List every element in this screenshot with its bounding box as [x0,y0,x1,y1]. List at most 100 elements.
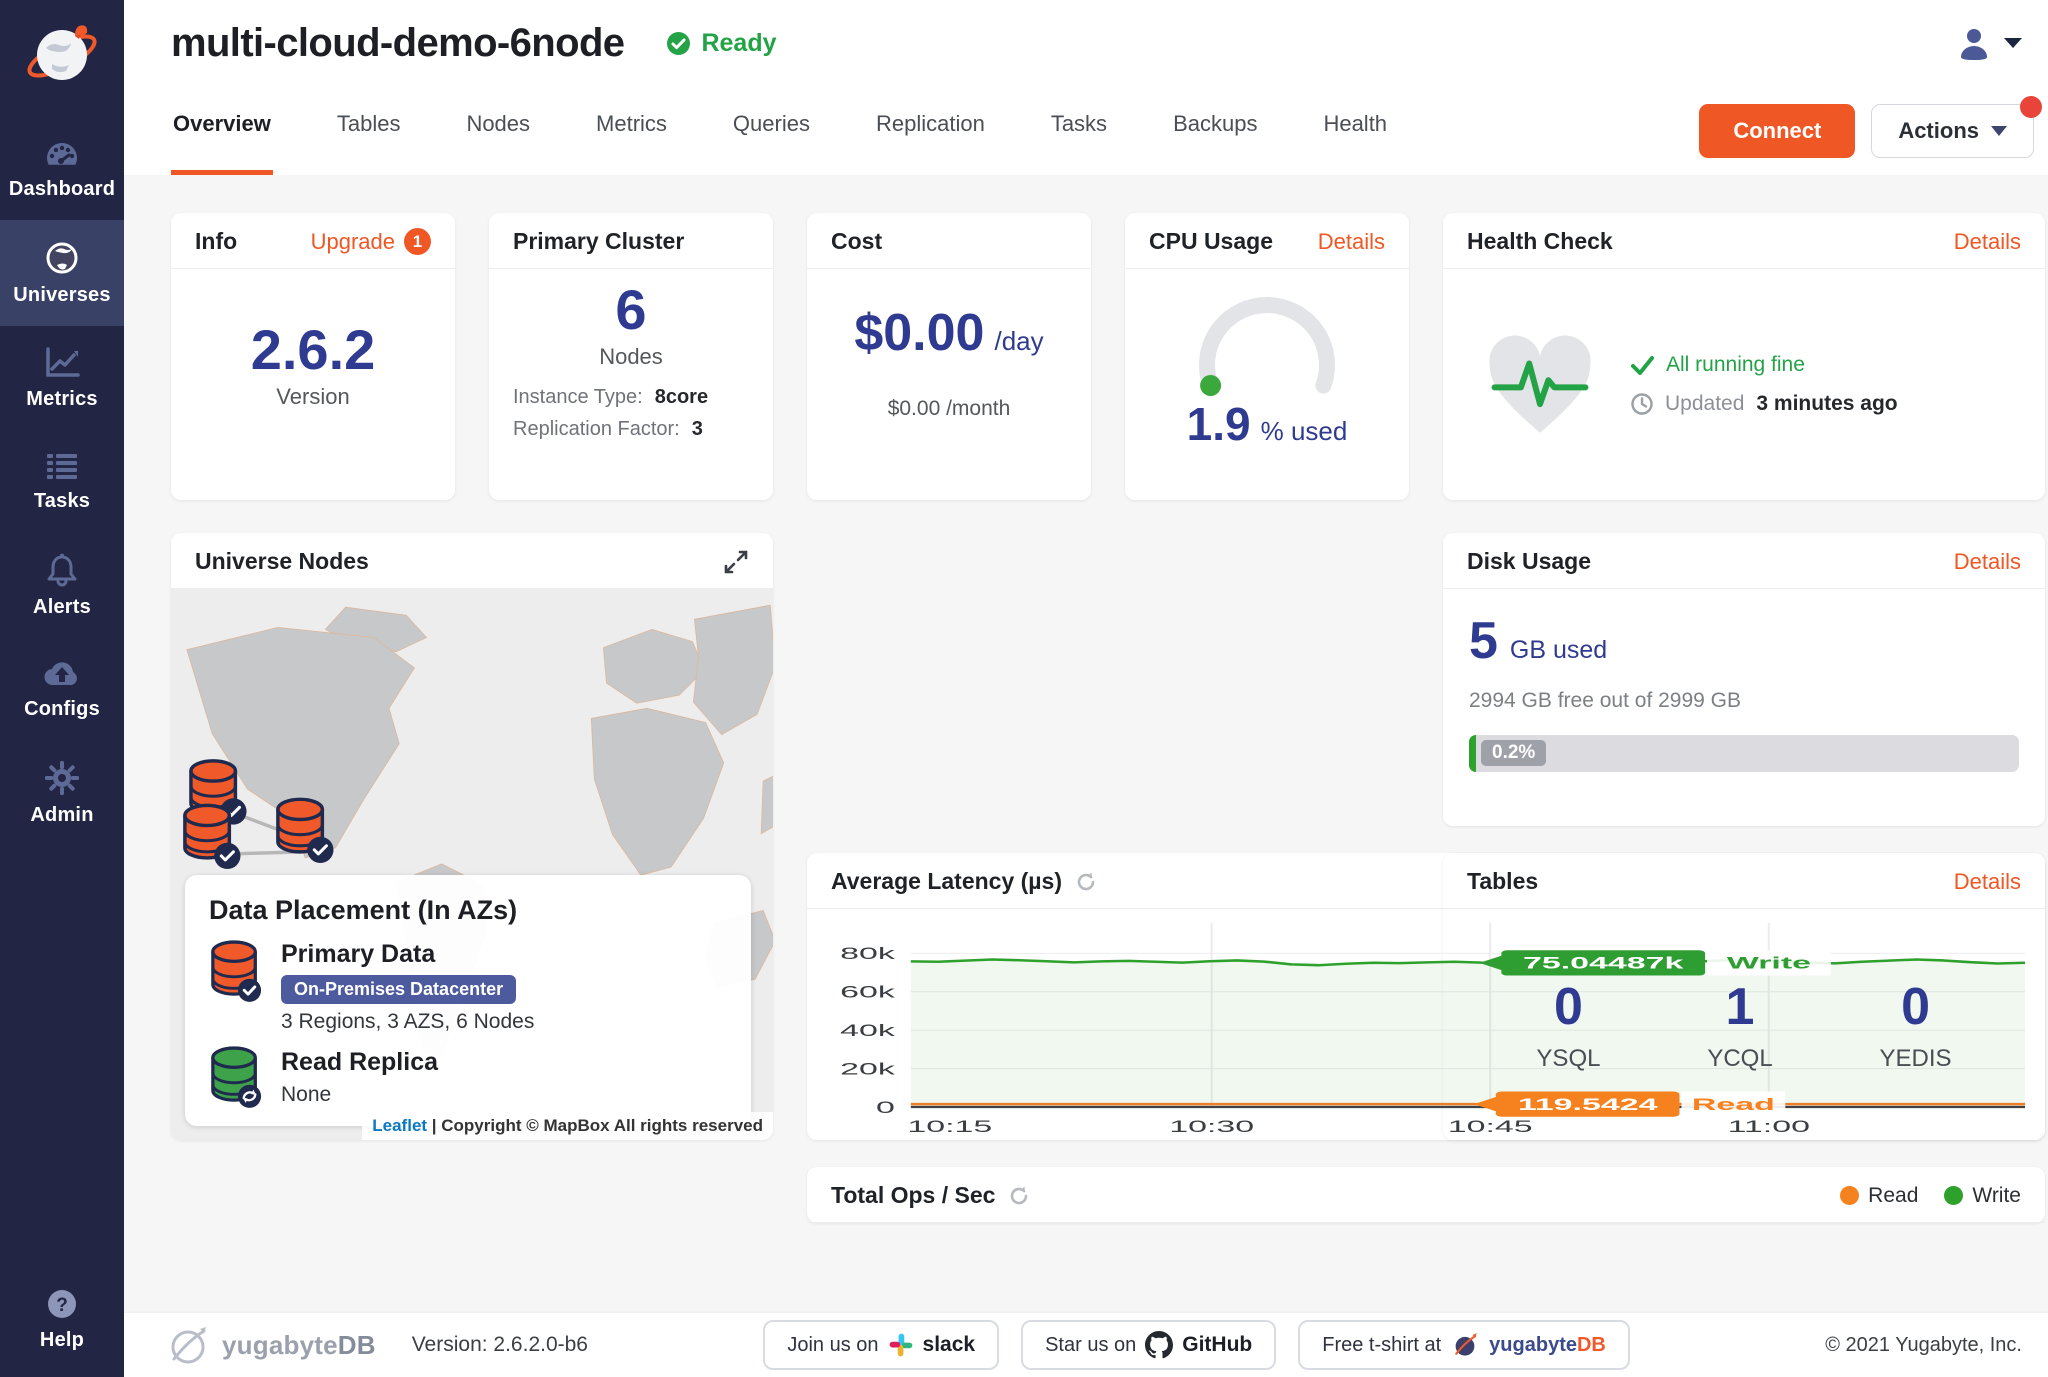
slack-label: slack [923,1333,976,1357]
refresh-icon[interactable] [1074,870,1098,894]
cpu-details-link[interactable]: Details [1318,229,1385,255]
tables-details-link[interactable]: Details [1954,869,2021,895]
card-title: Average Latency (µs) [831,868,1062,895]
check-icon [1631,356,1654,375]
card-title: Disk Usage [1467,548,1591,575]
data-placement-panel: Data Placement (In AZs) [185,875,751,1126]
sidebar-item-admin[interactable]: Admin [0,740,124,846]
updated-value: 3 minutes ago [1756,392,1897,416]
svg-text:20k: 20k [840,1060,896,1079]
sidebar-item-dashboard[interactable]: Dashboard [0,118,124,220]
status-text: Ready [701,29,776,58]
sidebar-item-metrics[interactable]: Metrics [0,326,124,430]
primary-data-title: Primary Data [281,940,534,969]
health-details-link[interactable]: Details [1954,229,2021,255]
app-window: Dashboard Universes Metrics Tasks [0,0,2048,1377]
expand-icon[interactable] [723,549,749,575]
disk-usage-bar: 0.2% [1469,735,2019,772]
leaflet-link[interactable]: Leaflet [372,1116,427,1135]
info-card: Info Upgrade 1 2.6.2 Version [171,213,455,500]
slack-button[interactable]: Join us on slack [763,1320,999,1370]
read-replica-title: Read Replica [281,1048,438,1077]
write-legend-dot [1944,1186,1963,1205]
ysql-count: 0 YSQL [1536,977,1600,1073]
tshirt-button[interactable]: Free t-shirt at yugabyteDB [1298,1320,1630,1370]
upgrade-count-badge: 1 [404,228,431,255]
sidebar-item-label: Admin [30,804,93,827]
disk-used-unit: GB used [1510,636,1607,665]
card-title: Tables [1467,868,1538,895]
upgrade-link[interactable]: Upgrade 1 [311,228,431,255]
ycql-count: 1 YCQL [1707,977,1772,1073]
tab-overview[interactable]: Overview [171,111,273,175]
card-title: Universe Nodes [195,548,369,575]
disk-free-text: 2994 GB free out of 2999 GB [1469,689,2019,713]
world-map[interactable]: Data Placement (In AZs) [171,589,773,1140]
legend-write: Write [1944,1184,2021,1208]
github-button[interactable]: Star us on GitHub [1021,1320,1276,1370]
disk-percent-chip: 0.2% [1481,740,1546,766]
refresh-icon[interactable] [1007,1184,1031,1208]
primary-data-detail: 3 Regions, 3 AZS, 6 Nodes [281,1010,534,1034]
actions-button[interactable]: Actions [1871,104,2034,158]
cost-per-day: $0.00 [854,303,984,363]
tab-queries[interactable]: Queries [731,111,812,175]
sidebar-item-configs[interactable]: Configs [0,638,124,740]
card-title: Total Ops / Sec [831,1182,995,1209]
legend-read: Read [1840,1184,1918,1208]
card-title: Health Check [1467,228,1613,255]
tab-health[interactable]: Health [1321,111,1389,175]
metrics-icon [44,347,80,379]
yugabyte-logo[interactable] [0,0,124,118]
sidebar-item-help[interactable]: ? Help [0,1267,124,1371]
topbar: multi-cloud-demo-6node Ready Overview Ta… [124,0,2048,175]
tab-replication[interactable]: Replication [874,111,987,175]
attribution-text: | Copyright © MapBox All rights reserved [427,1116,763,1135]
disk-used-value: 5 [1469,611,1498,671]
tab-tables[interactable]: Tables [335,111,403,175]
svg-text:0: 0 [876,1098,895,1117]
primary-cluster-card: Primary Cluster 6 Nodes Instance Type: 8… [489,213,773,500]
sidebar-item-tasks[interactable]: Tasks [0,430,124,532]
slack-icon [888,1332,914,1358]
cost-day-unit: /day [994,326,1043,357]
disk-details-link[interactable]: Details [1954,549,2021,575]
tab-backups[interactable]: Backups [1171,111,1259,175]
universes-icon [45,241,79,275]
count-value: 1 [1726,977,1755,1037]
tab-tasks[interactable]: Tasks [1049,111,1109,175]
svg-text:10:30: 10:30 [1169,1117,1254,1136]
tab-nodes[interactable]: Nodes [464,111,532,175]
card-title: CPU Usage [1149,228,1273,255]
version-value: 2.6.2 [251,321,376,380]
map-attribution: Leaflet | Copyright © MapBox All rights … [362,1112,773,1140]
legend-label: Write [1972,1184,2021,1208]
help-icon: ? [46,1288,78,1320]
yedis-count: 0 YEDIS [1880,977,1952,1073]
svg-text:60k: 60k [840,983,896,1002]
sidebar-item-universes[interactable]: Universes [0,220,124,326]
primary-data-row: Primary Data On-Premises Datacenter 3 Re… [209,940,727,1034]
connect-button[interactable]: Connect [1699,104,1855,158]
alerts-icon [46,553,78,587]
user-menu[interactable] [1956,25,2022,61]
health-status-text: All running fine [1666,353,1805,377]
page-title: multi-cloud-demo-6node [171,21,624,66]
footer-brand: yugabyteDB [164,1321,376,1369]
actions-label: Actions [1898,118,1979,144]
card-title: Primary Cluster [513,228,684,255]
placement-heading: Data Placement (In AZs) [209,895,727,926]
disk-usage-card: Disk Usage Details 5 GB used 2994 GB fre… [1443,533,2045,826]
svg-text:80k: 80k [840,944,896,963]
tab-bar: Overview Tables Nodes Metrics Queries Re… [171,86,1389,175]
sidebar-item-alerts[interactable]: Alerts [0,532,124,638]
sidebar-item-label: Universes [13,284,110,307]
count-label: YCQL [1707,1045,1772,1073]
nodes-label: Nodes [599,344,663,370]
count-value: 0 [1901,977,1930,1037]
dashboard-icon [44,139,80,169]
tab-metrics[interactable]: Metrics [594,111,669,175]
configs-icon [43,659,81,689]
count-label: YEDIS [1880,1045,1952,1073]
replication-factor-row: Replication Factor: 3 [513,418,749,441]
